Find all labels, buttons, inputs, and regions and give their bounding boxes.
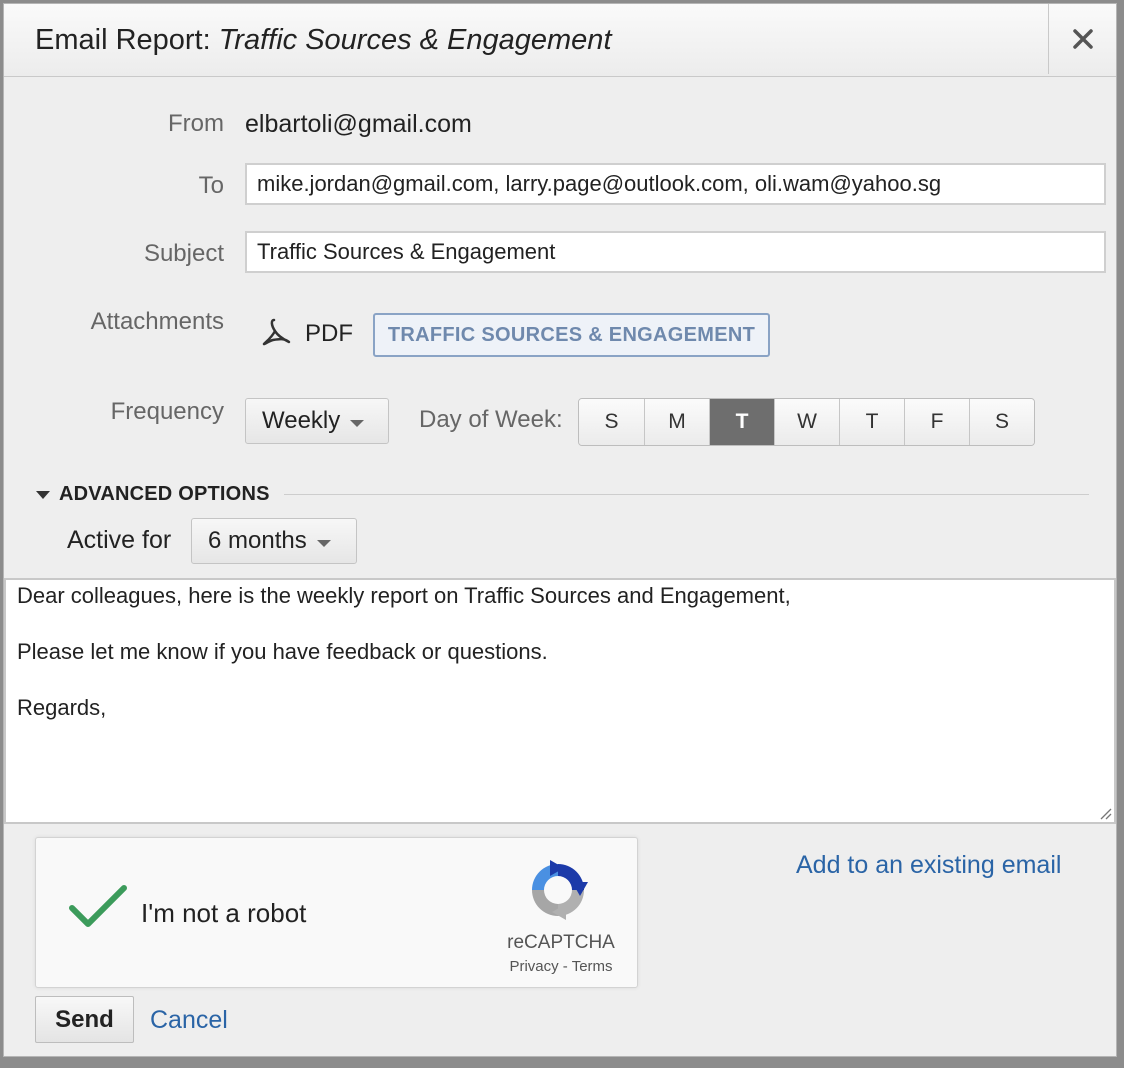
day-button-friday[interactable]: F: [904, 399, 969, 445]
cancel-link[interactable]: Cancel: [150, 1006, 228, 1035]
dialog-title-prefix: Email Report:: [35, 24, 219, 56]
chevron-down-icon: [350, 419, 365, 427]
day-button-monday[interactable]: M: [644, 399, 709, 445]
triangle-down-icon: [36, 491, 50, 499]
email-report-dialog: Email Report: Traffic Sources & Engageme…: [3, 3, 1117, 1057]
subject-input[interactable]: [245, 231, 1106, 273]
checkmark-icon[interactable]: [68, 882, 128, 932]
resize-handle-icon[interactable]: [1098, 806, 1112, 820]
recaptcha-widget: I'm not a robot reCAPTCHA Privacy - Term…: [35, 837, 638, 988]
subject-label: Subject: [143, 240, 224, 267]
attachment-chip[interactable]: TRAFFIC SOURCES & ENGAGEMENT: [373, 313, 770, 357]
frequency-label: Frequency: [110, 398, 224, 425]
chevron-down-icon: [316, 539, 331, 547]
attachment-format: PDF: [305, 320, 353, 347]
recaptcha-links: Privacy - Terms: [436, 958, 686, 975]
day-button-sunday[interactable]: S: [579, 399, 644, 445]
recaptcha-terms-link[interactable]: Terms: [572, 958, 613, 975]
day-button-tuesday[interactable]: T: [709, 399, 774, 445]
close-icon: [1072, 29, 1093, 49]
active-for-label: Active for: [67, 526, 172, 554]
from-label: From: [168, 110, 224, 137]
recaptcha-brand: reCAPTCHA: [507, 932, 615, 953]
dialog-title-report-name: Traffic Sources & Engagement: [218, 24, 612, 56]
day-of-week-label: Day of Week:: [419, 406, 563, 433]
day-button-wednesday[interactable]: W: [774, 399, 839, 445]
active-for-dropdown[interactable]: 6 months: [191, 518, 357, 564]
message-line: Regards,: [17, 695, 107, 720]
dialog-title: Email Report: Traffic Sources & Engageme…: [35, 24, 612, 57]
to-label: To: [198, 172, 224, 199]
message-line: Dear colleagues, here is the weekly repo…: [17, 583, 791, 608]
recaptcha-logo-icon: [532, 860, 588, 920]
frequency-dropdown[interactable]: Weekly: [245, 398, 389, 444]
advanced-options-divider: [284, 494, 1089, 495]
close-button[interactable]: [1048, 4, 1116, 74]
message-textarea[interactable]: Dear colleagues, here is the weekly repo…: [4, 578, 1116, 824]
to-input[interactable]: [245, 163, 1106, 205]
message-line: Please let me know if you have feedback …: [17, 639, 548, 664]
attachments-label: Attachments: [90, 308, 224, 335]
pdf-icon: [262, 318, 291, 346]
send-button[interactable]: Send: [35, 996, 134, 1043]
recaptcha-privacy-link[interactable]: Privacy: [509, 958, 558, 975]
day-button-thursday[interactable]: T: [839, 399, 904, 445]
advanced-options-label: ADVANCED OPTIONS: [59, 483, 270, 505]
day-of-week-selector: S M T W T F S: [578, 398, 1035, 446]
add-to-existing-email-link[interactable]: Add to an existing email: [796, 851, 1061, 880]
recaptcha-label: I'm not a robot: [141, 898, 307, 928]
frequency-value: Weekly: [262, 407, 341, 434]
active-for-value: 6 months: [208, 527, 307, 554]
day-button-saturday[interactable]: S: [969, 399, 1034, 445]
dialog-header: Email Report: Traffic Sources & Engageme…: [4, 4, 1116, 77]
from-value: elbartoli@gmail.com: [245, 110, 472, 138]
recaptcha-link-separator: -: [558, 958, 572, 975]
advanced-options-toggle[interactable]: ADVANCED OPTIONS: [34, 482, 1089, 508]
